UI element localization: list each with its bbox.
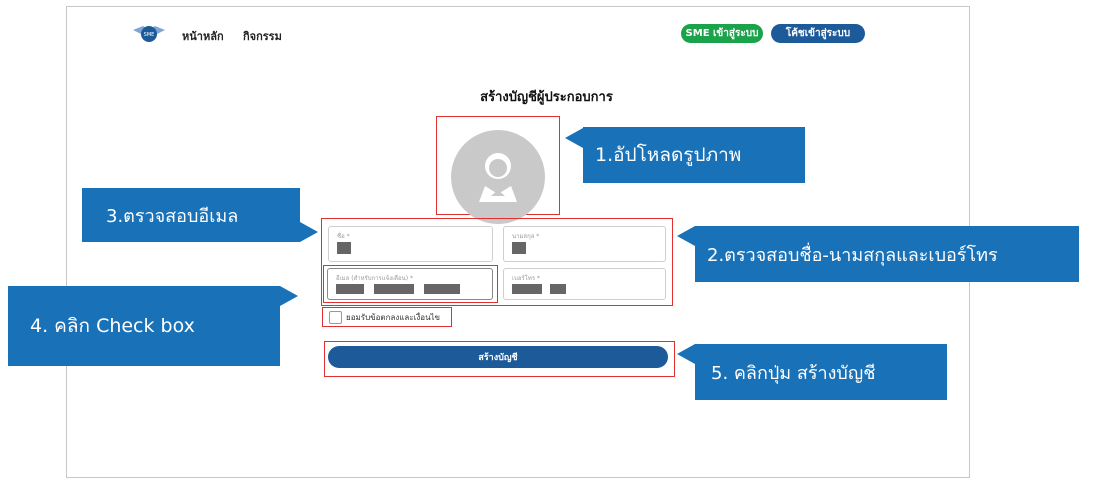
redacted-value [512,242,526,254]
redacted-value [336,284,364,294]
email-field[interactable]: อีเมล (สำหรับการแจ้งเตือน) * [327,268,493,300]
page-title: สร้างบัญชีผู้ประกอบการ [480,90,613,105]
callout-upload-arrow [565,128,583,148]
terms-checkbox[interactable] [329,311,342,324]
create-account-button[interactable]: สร้างบัญชี [328,346,668,368]
nav-activities[interactable]: กิจกรรม [243,27,282,45]
email-label: อีเมล (สำหรับการแจ้งเตือน) * [336,275,413,282]
nav-home[interactable]: หน้าหลัก [182,27,224,45]
redacted-value [337,242,351,254]
redacted-value [374,284,414,294]
svg-text:SME: SME [144,32,155,38]
callout-name-phone: 2.ตรวจสอบชื่อ-นามสกุลและเบอร์โทร [695,226,1079,282]
user-icon [479,153,517,202]
redacted-value [550,284,566,294]
callout-upload: 1.อัปโหลดรูปภาพ [583,127,805,183]
avatar-upload[interactable] [451,130,545,224]
phone-field[interactable]: เบอร์โทร * [503,268,666,300]
coach-login-button[interactable]: โค้ชเข้าสู่ระบบ [771,24,865,43]
last-name-field[interactable]: นามสกุล * [503,226,666,262]
callout-name-phone-arrow [677,226,695,246]
callout-email: 3.ตรวจสอบอีเมล [82,188,300,242]
callout-email-arrow [300,222,318,242]
callout-button-arrow [677,344,695,364]
callout-checkbox: 4. คลิก Check box [8,286,280,366]
sme-logo[interactable]: SME [131,22,167,44]
last-name-label: นามสกุล * [512,233,540,240]
first-name-field[interactable]: ชื่อ * [328,226,493,262]
sme-login-button[interactable]: SME เข้าสู่ระบบ [681,24,763,43]
phone-label: เบอร์โทร * [512,275,540,282]
callout-checkbox-arrow [280,286,298,306]
redacted-value [424,284,460,294]
first-name-label: ชื่อ * [337,233,350,240]
callout-button: 5. คลิกปุ่ม สร้างบัญชี [695,344,947,400]
terms-label[interactable]: ยอมรับข้อตกลงและเงื่อนไข [346,311,440,324]
redacted-value [512,284,542,294]
